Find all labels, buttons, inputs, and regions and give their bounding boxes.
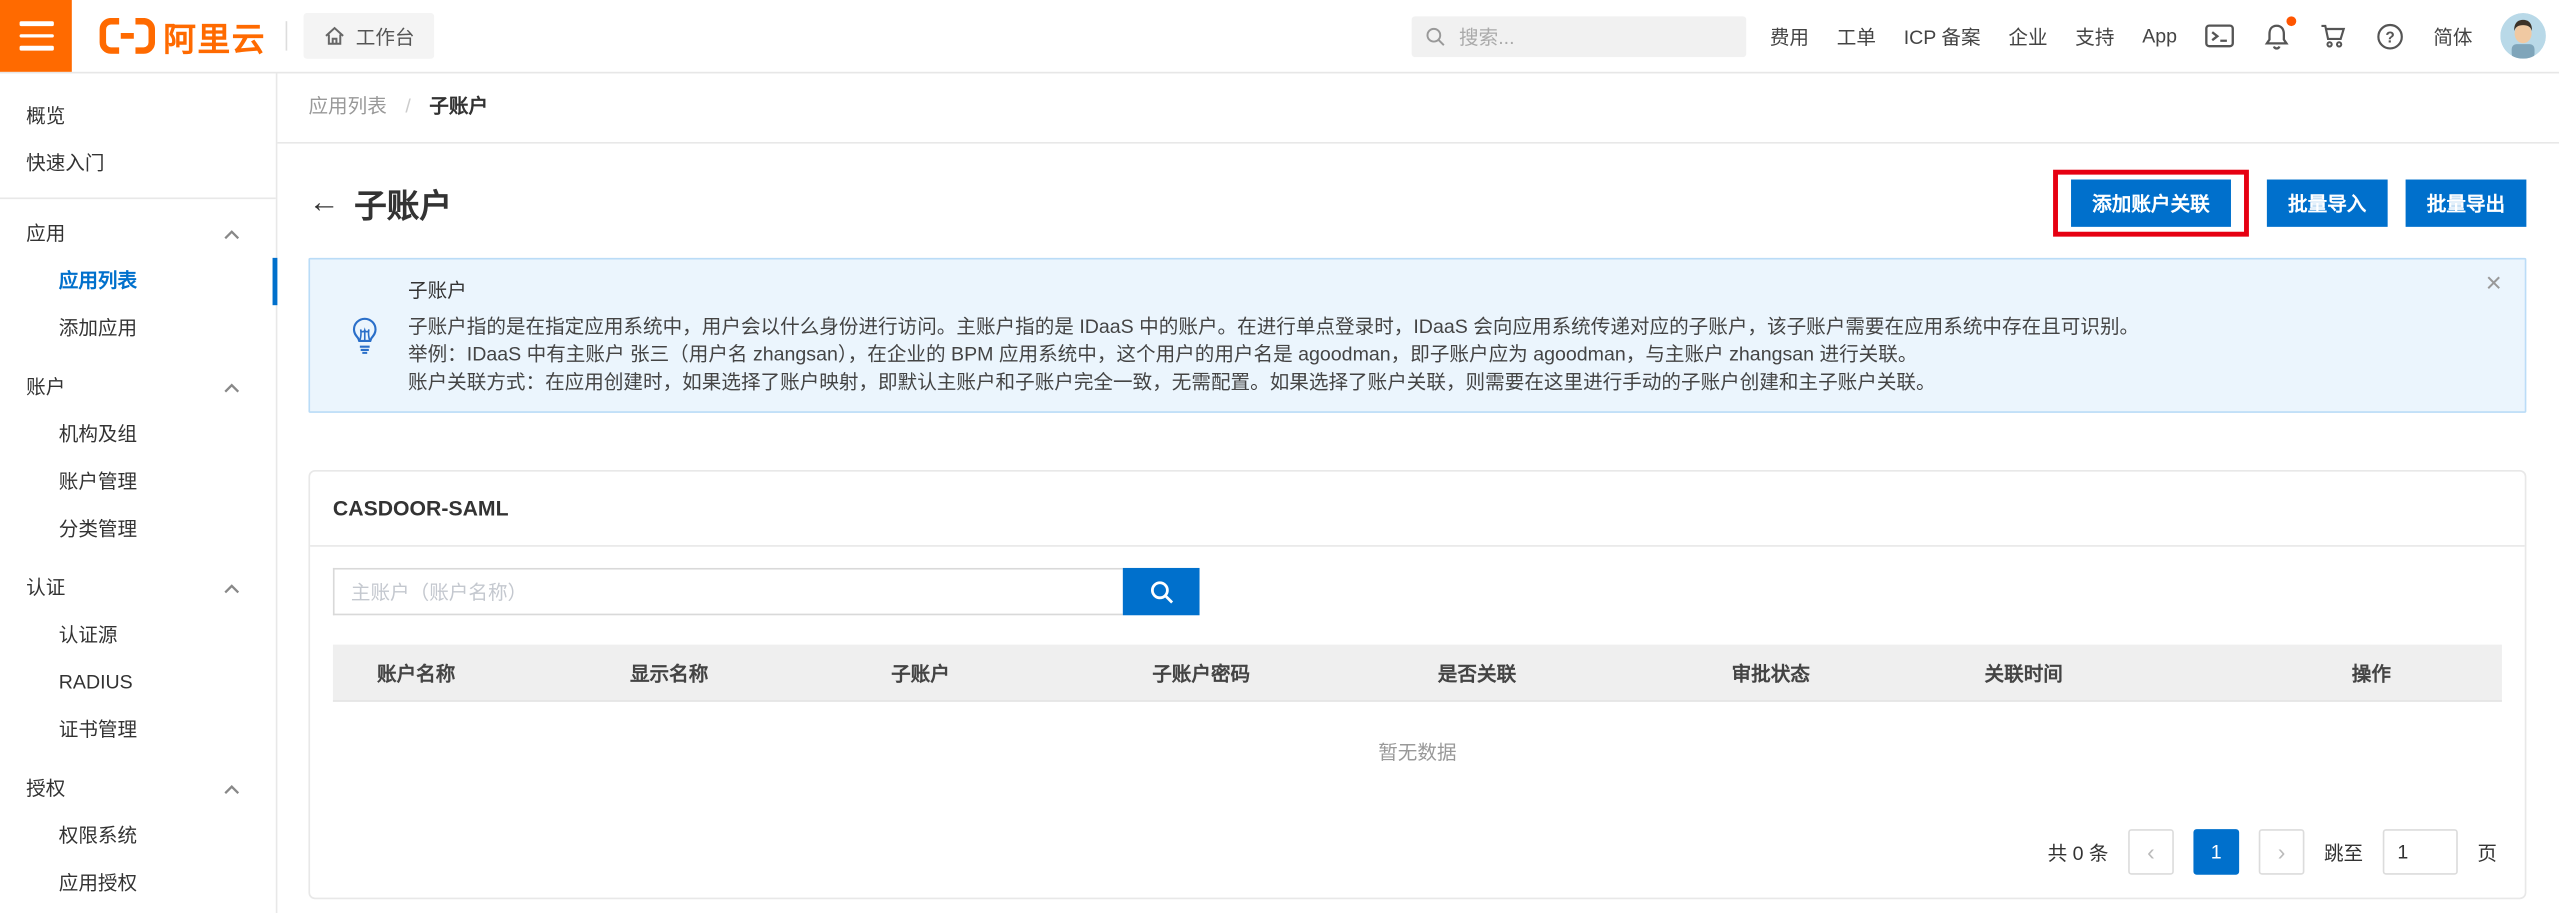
column-approval-status: 审批状态 xyxy=(1732,659,1985,687)
terminal-icon[interactable] xyxy=(2205,21,2234,50)
aliyun-logo-icon xyxy=(100,18,155,54)
topbar: 阿里云 工作台 费用 工单 ICP 备案 企业 支持 App xyxy=(0,0,2559,73)
jump-to-label: 跳至 xyxy=(2324,838,2363,866)
search-icon xyxy=(1425,26,1446,47)
pagination: 共 0 条 ‹ 1 › 跳至 页 xyxy=(310,829,2525,875)
close-icon[interactable]: × xyxy=(2486,269,2502,297)
bell-icon[interactable] xyxy=(2262,21,2291,50)
help-icon[interactable]: ? xyxy=(2376,21,2405,50)
chevron-up-icon xyxy=(224,784,240,794)
column-is-linked: 是否关联 xyxy=(1438,659,1732,687)
sidebar-group-applications[interactable]: 应用 xyxy=(0,211,276,258)
next-page-button[interactable]: › xyxy=(2259,829,2305,875)
sidebar-group-accounts[interactable]: 账户 xyxy=(0,364,276,411)
sidebar-item-overview[interactable]: 概览 xyxy=(0,93,276,140)
card-title: CASDOOR-SAML xyxy=(310,472,2525,547)
workbench-label: 工作台 xyxy=(356,22,415,50)
subaccount-card: CASDOOR-SAML 账户名称 显示名称 子账户 子账户密码 是否关联 审批… xyxy=(308,470,2526,899)
notification-dot xyxy=(2286,16,2296,26)
topbar-divider xyxy=(286,21,288,50)
page-header: ← 子账户 添加账户关联 批量导入 批量导出 xyxy=(308,166,2526,238)
sidebar-item-auth-sources[interactable]: 认证源 xyxy=(0,612,276,659)
column-display-name: 显示名称 xyxy=(630,659,891,687)
sidebar-item-permission-system[interactable]: 权限系统 xyxy=(0,813,276,860)
card-search xyxy=(333,568,2502,615)
aliyun-logo[interactable]: 阿里云 xyxy=(100,12,266,59)
info-banner: 子账户 子账户指的是在指定应用系统中，用户会以什么身份进行访问。主账户指的是 I… xyxy=(308,258,2526,413)
aliyun-logo-text: 阿里云 xyxy=(163,12,266,59)
batch-export-button[interactable]: 批量导出 xyxy=(2406,179,2527,226)
banner-line-1: 子账户指的是在指定应用系统中，用户会以什么身份进行访问。主账户指的是 IDaaS… xyxy=(408,313,2450,341)
hamburger-menu-icon[interactable] xyxy=(0,0,72,72)
sidebar-item-org-groups[interactable]: 机构及组 xyxy=(0,411,276,458)
page-actions: 添加账户关联 批量导入 批量导出 xyxy=(2053,169,2526,236)
chevron-up-icon xyxy=(224,583,240,593)
topbar-right-menu: 费用 工单 ICP 备案 企业 支持 App ? 简体 xyxy=(1770,0,2546,72)
topbar-search-input[interactable] xyxy=(1456,24,1733,50)
search-button[interactable] xyxy=(1123,568,1200,615)
table-empty-state: 暂无数据 xyxy=(310,702,2525,829)
chevron-up-icon xyxy=(224,383,240,393)
column-link-time: 关联时间 xyxy=(1985,659,2352,687)
breadcrumb: 应用列表 / 子账户 xyxy=(277,72,2559,144)
lightbulb-icon xyxy=(351,316,379,363)
language-selector[interactable]: 简体 xyxy=(2433,22,2472,50)
pagination-total: 共 0 条 xyxy=(2048,838,2109,866)
breadcrumb-separator: / xyxy=(405,95,410,118)
sidebar-divider xyxy=(0,197,276,199)
column-actions: 操作 xyxy=(2352,659,2502,687)
prev-page-button[interactable]: ‹ xyxy=(2128,829,2174,875)
menu-support[interactable]: 支持 xyxy=(2075,22,2114,50)
chevron-left-icon: ‹ xyxy=(2147,839,2155,865)
column-sub-account: 子账户 xyxy=(891,659,1152,687)
avatar[interactable] xyxy=(2500,13,2546,59)
search-icon xyxy=(1148,579,1174,605)
menu-enterprise[interactable]: 企业 xyxy=(2008,22,2047,50)
sidebar-item-add-application[interactable]: 添加应用 xyxy=(0,305,276,352)
column-sub-account-password: 子账户密码 xyxy=(1152,659,1438,687)
banner-title: 子账户 xyxy=(408,277,2450,305)
batch-import-button[interactable]: 批量导入 xyxy=(2267,179,2388,226)
banner-line-3: 账户关联方式：在应用创建时，如果选择了账户映射，即默认主账户和子账户完全一致，无… xyxy=(408,369,2450,397)
menu-tickets[interactable]: 工单 xyxy=(1837,22,1876,50)
banner-body: 子账户 子账户指的是在指定应用系统中，用户会以什么身份进行访问。主账户指的是 I… xyxy=(408,277,2450,396)
topbar-search[interactable] xyxy=(1412,16,1747,57)
add-account-link-button[interactable]: 添加账户关联 xyxy=(2071,179,2231,226)
viewport: 阿里云 工作台 费用 工单 ICP 备案 企业 支持 App xyxy=(0,0,2559,913)
sidebar-group-authentication[interactable]: 认证 xyxy=(0,565,276,612)
menu-billing[interactable]: 费用 xyxy=(1770,22,1809,50)
home-icon xyxy=(323,24,346,47)
banner-line-2: 举例：IDaaS 中有主账户 张三（用户名 zhangsan），在企业的 BPM… xyxy=(408,341,2450,369)
sidebar: 概览 快速入门 应用 应用列表 添加应用 账户 机构及组 账户管理 分类管理 认… xyxy=(0,72,277,913)
sidebar-item-category-mgmt[interactable]: 分类管理 xyxy=(0,506,276,553)
annotation-highlight-box: 添加账户关联 xyxy=(2053,169,2249,236)
jump-to-page-input[interactable] xyxy=(2383,829,2458,875)
page-unit-label: 页 xyxy=(2477,838,2497,866)
back-arrow-icon[interactable]: ← xyxy=(308,187,339,218)
chevron-right-icon: › xyxy=(2278,839,2286,865)
sidebar-item-app-authorization[interactable]: 应用授权 xyxy=(0,860,276,907)
sidebar-item-cert-mgmt[interactable]: 证书管理 xyxy=(0,707,276,754)
sidebar-item-application-list[interactable]: 应用列表 xyxy=(0,258,276,305)
main-content: 应用列表 / 子账户 ← 子账户 添加账户关联 批量导入 批量导出 xyxy=(277,72,2559,913)
sidebar-item-account-mgmt[interactable]: 账户管理 xyxy=(0,459,276,506)
workbench-button[interactable]: 工作台 xyxy=(304,13,435,59)
menu-icp[interactable]: ICP 备案 xyxy=(1904,22,1981,50)
current-page-button[interactable]: 1 xyxy=(2193,829,2239,875)
column-account-name: 账户名称 xyxy=(333,659,630,687)
chevron-up-icon xyxy=(224,229,240,239)
primary-account-search-input[interactable] xyxy=(333,568,1123,615)
breadcrumb-current: 子账户 xyxy=(429,95,488,118)
sidebar-group-authorization[interactable]: 授权 xyxy=(0,765,276,812)
sidebar-item-radius[interactable]: RADIUS xyxy=(0,659,276,706)
sidebar-item-quickstart[interactable]: 快速入门 xyxy=(0,140,276,187)
svg-text:?: ? xyxy=(2386,28,2395,45)
page-title: 子账户 xyxy=(354,179,452,226)
menu-app[interactable]: App xyxy=(2142,24,2177,47)
table-header: 账户名称 显示名称 子账户 子账户密码 是否关联 审批状态 关联时间 操作 xyxy=(333,645,2502,702)
breadcrumb-parent[interactable]: 应用列表 xyxy=(308,95,386,118)
cart-icon[interactable] xyxy=(2319,21,2348,50)
